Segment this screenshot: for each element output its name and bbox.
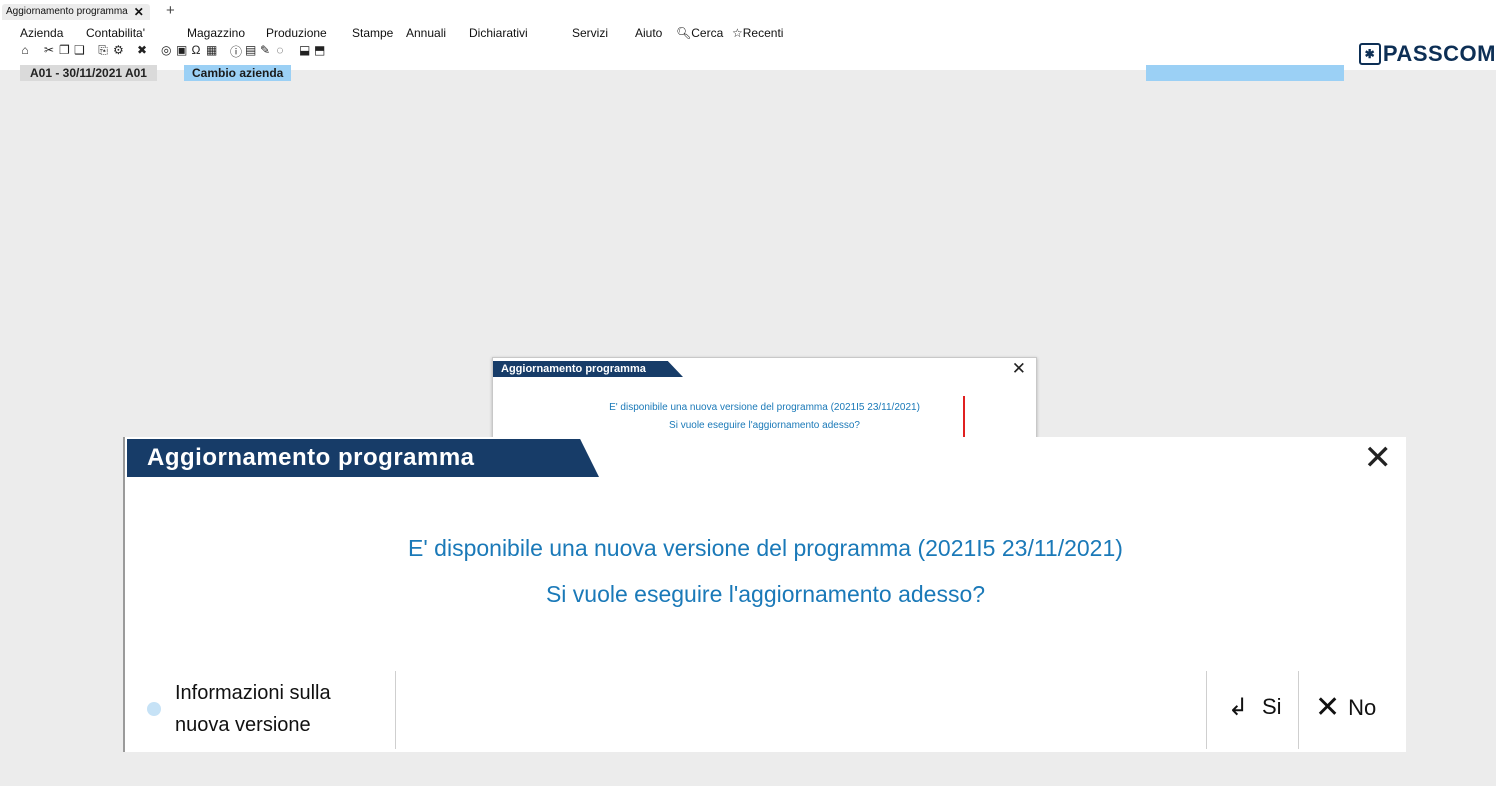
passcom-logo: ✱ PASSCOM <box>1358 41 1496 67</box>
small-dialog-message-line1: E' disponibile una nuova versione del pr… <box>609 402 920 413</box>
cut-icon[interactable]: ✂ <box>44 43 54 60</box>
new-tab-icon[interactable]: + <box>166 2 175 19</box>
info-label-line1: Informazioni sulla <box>175 682 331 704</box>
home-icon[interactable]: ⌂ <box>20 43 30 60</box>
menu-magazzino[interactable]: Magazzino <box>187 26 245 40</box>
window-tab-strip: Aggiornamento programma ✕ + <box>0 0 1496 22</box>
status-field <box>1146 65 1344 81</box>
cart-icon[interactable]: ⬓ <box>299 43 310 60</box>
dialog-message-line2: Si vuole eseguire l'aggiornamento adesso… <box>545 581 986 607</box>
no-button[interactable]: ✕ No <box>1315 693 1376 723</box>
search-icon: 🔍︎ <box>676 26 692 40</box>
chat-icon[interactable]: ◌ <box>275 43 285 60</box>
divider <box>395 671 396 749</box>
omega-icon[interactable]: Ω <box>191 43 201 60</box>
menu-servizi[interactable]: Servizi <box>572 26 608 40</box>
window-tab-title: Aggiornamento programma <box>6 6 128 17</box>
close-all-icon[interactable]: ✖ <box>137 43 147 60</box>
menu-stampe[interactable]: Stampe <box>352 26 393 40</box>
menu-produzione[interactable]: Produzione <box>266 26 327 40</box>
settings-icon[interactable]: ⚙ <box>113 43 124 60</box>
update-dialog-zoomed: Aggiornamento programma ✕ E' disponibile… <box>123 437 1406 752</box>
close-icon: ✕ <box>1315 691 1341 724</box>
menu-dichiarativi[interactable]: Dichiarativi <box>469 26 528 40</box>
divider <box>1206 671 1207 749</box>
copy-icon[interactable]: ❐ <box>59 43 70 60</box>
menu-bar: Azienda Contabilita' Magazzino Produzion… <box>0 22 1496 70</box>
star-icon: ☆ <box>732 26 743 40</box>
menu-recenti[interactable]: ☆Recenti <box>732 26 783 40</box>
small-dialog-message-line2: Si vuole eseguire l'aggiornamento adesso… <box>669 420 860 431</box>
company-indicator: A01 - 30/11/2021 A01 <box>20 65 157 81</box>
yes-label: Si <box>1262 694 1282 719</box>
camera-icon[interactable]: ◎ <box>161 43 171 60</box>
close-tab-icon[interactable]: ✕ <box>134 4 144 20</box>
link-icon[interactable]: ⎘ <box>98 43 108 60</box>
menu-azienda[interactable]: Azienda <box>20 26 63 40</box>
close-icon[interactable]: ✕ <box>1360 441 1392 475</box>
menu-aiuto[interactable]: Aiuto <box>635 26 662 40</box>
note-icon[interactable]: ✎ <box>260 43 270 60</box>
toolbar: ⌂ ✂ ❐ ❑ ⎘ ⚙ ✖ ◎ ▣ Ω ▦ ⓘ ▤ ✎ ◌ ⬓ ⬒ <box>20 43 325 60</box>
document-icon[interactable]: ▤ <box>245 43 256 60</box>
menu-annuali[interactable]: Annuali <box>406 26 446 40</box>
enter-icon: ↲ <box>1224 693 1252 721</box>
small-dialog-title: Aggiornamento programma <box>493 361 683 377</box>
divider <box>1298 671 1299 749</box>
menu-contabilita[interactable]: Contabilita' <box>86 26 145 40</box>
no-label: No <box>1348 695 1377 720</box>
boot-icon[interactable]: ⬒ <box>314 43 325 60</box>
update-dialog-small: Aggiornamento programma ✕ E' disponibile… <box>492 357 1037 449</box>
dialog-title: Aggiornamento programma <box>127 439 599 477</box>
info-label-line2: nuova versione <box>175 714 311 736</box>
status-bar: A01 - 30/11/2021 A01 Cambio azienda <box>0 65 1496 81</box>
dialog-message-line1: E' disponibile una nuova versione del pr… <box>408 535 1123 561</box>
calculator-icon[interactable]: ▦ <box>206 43 217 60</box>
new-version-info-button[interactable]: Informazioni sulla nuova versione <box>147 677 331 741</box>
close-icon[interactable]: ✕ <box>1012 359 1026 379</box>
window-tab[interactable]: Aggiornamento programma ✕ <box>2 4 150 20</box>
info-dot-icon <box>147 702 161 716</box>
menu-cerca[interactable]: 🔍︎Cerca <box>676 26 723 40</box>
logo-mark-icon: ✱ <box>1358 43 1381 65</box>
window-icon[interactable]: ▣ <box>176 43 187 60</box>
paste-icon[interactable]: ❑ <box>74 43 85 60</box>
help-icon[interactable]: ⓘ <box>230 43 242 60</box>
yes-button[interactable]: ↲ Si <box>1224 693 1282 721</box>
change-company-button[interactable]: Cambio azienda <box>184 65 292 81</box>
